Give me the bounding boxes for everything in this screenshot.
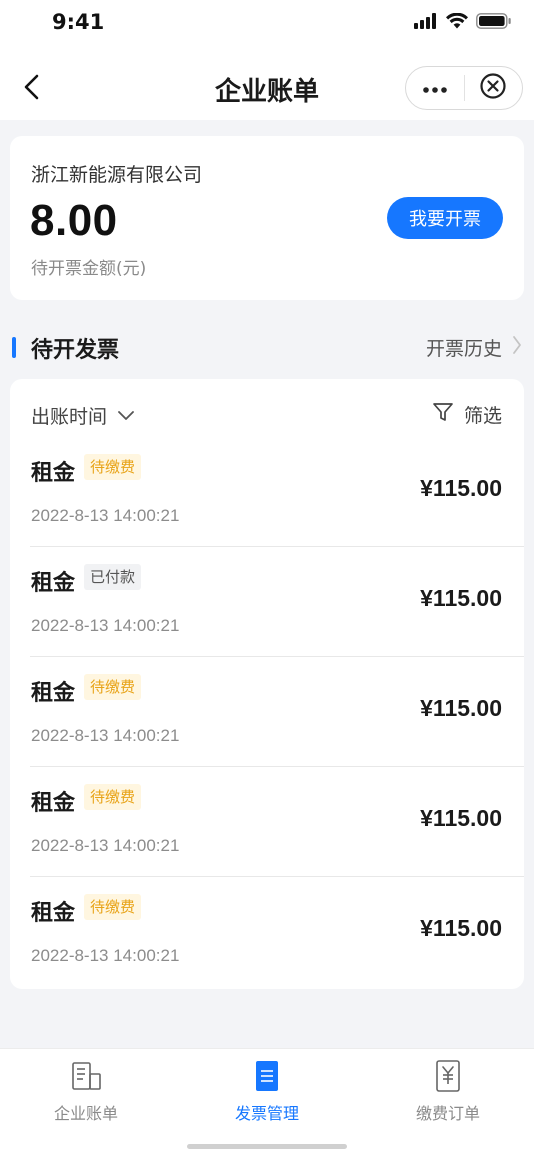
status-icons xyxy=(414,12,512,33)
section-accent-bar xyxy=(12,337,16,358)
bill-name: 租金 xyxy=(31,571,76,596)
bill-time: 2022-8-13 14:00:21 xyxy=(31,726,180,745)
wifi-icon xyxy=(446,12,468,33)
billing-time-sort-dropdown[interactable]: 出账时间 xyxy=(31,402,135,429)
cellular-signal-icon xyxy=(414,13,438,33)
miniapp-capsule xyxy=(405,66,523,110)
bill-row[interactable]: 租金 待缴费 2022-8-13 14:00:21 ¥115.00 xyxy=(30,767,524,877)
bill-time: 2022-8-13 14:00:21 xyxy=(31,836,180,855)
filter-button[interactable]: 筛选 xyxy=(432,401,502,428)
section-title: 待开发票 xyxy=(31,338,120,363)
bill-name: 租金 xyxy=(31,901,76,926)
tab-label: 发票管理 xyxy=(234,1104,299,1123)
tab-label: 企业账单 xyxy=(53,1104,118,1123)
tab-label: 缴费订单 xyxy=(415,1104,480,1123)
status-badge: 已付款 xyxy=(84,564,142,590)
bill-time: 2022-8-13 14:00:21 xyxy=(31,946,180,965)
bill-amount: ¥115.00 xyxy=(420,805,502,831)
bill-row[interactable]: 租金 已付款 2022-8-13 14:00:21 ¥115.00 xyxy=(30,547,524,657)
battery-icon xyxy=(476,13,512,33)
yuan-receipt-icon xyxy=(431,1059,465,1093)
invoice-icon xyxy=(250,1059,284,1093)
bill-row[interactable]: 租金 待缴费 2022-8-13 14:00:21 ¥115.00 xyxy=(30,657,524,767)
close-button[interactable] xyxy=(465,67,523,109)
bill-name: 租金 xyxy=(31,461,76,486)
invoice-history-link[interactable]: 开票历史 xyxy=(426,334,522,361)
filter-label: 筛选 xyxy=(463,405,502,427)
status-badge: 待缴费 xyxy=(84,894,142,920)
status-badge: 待缴费 xyxy=(84,674,142,700)
status-time: 9:41 xyxy=(52,10,105,34)
status-badge: 待缴费 xyxy=(84,454,142,480)
bill-list-card: 出账时间 筛选 租金 待缴费 2022-8-13 14:00:21 ¥115.0… xyxy=(10,379,524,989)
sort-label: 出账时间 xyxy=(31,406,108,428)
tab-enterprise-bill[interactable]: 企业账单 xyxy=(21,1059,151,1124)
funnel-filter-icon xyxy=(432,401,454,428)
bill-name: 租金 xyxy=(31,681,76,706)
bill-row[interactable]: 租金 待缴费 2022-8-13 14:00:21 ¥115.00 xyxy=(30,437,524,547)
home-indicator xyxy=(187,1144,347,1149)
pending-invoice-amount-label: 待开票金额(元) xyxy=(31,259,147,279)
bill-document-icon xyxy=(69,1059,103,1093)
more-dots-icon xyxy=(422,79,448,98)
tab-invoice-management[interactable]: 发票管理 xyxy=(202,1059,332,1124)
tab-payment-orders[interactable]: 缴费订单 xyxy=(383,1059,513,1124)
bill-amount: ¥115.00 xyxy=(420,915,502,941)
invoice-history-label: 开票历史 xyxy=(425,338,502,360)
bill-amount: ¥115.00 xyxy=(420,585,502,611)
more-button[interactable] xyxy=(406,67,464,109)
close-circle-icon xyxy=(479,72,507,104)
top-header: 9:41 企业账单 xyxy=(0,0,534,120)
bill-row[interactable]: 租金 待缴费 2022-8-13 14:00:21 ¥115.00 xyxy=(30,877,524,987)
chevron-right-icon xyxy=(512,335,522,360)
bill-name: 租金 xyxy=(31,791,76,816)
bill-amount: ¥115.00 xyxy=(420,695,502,721)
bill-time: 2022-8-13 14:00:21 xyxy=(31,616,180,635)
request-invoice-button[interactable]: 我要开票 xyxy=(387,197,503,239)
company-name: 浙江新能源有限公司 xyxy=(31,164,203,186)
status-badge: 待缴费 xyxy=(84,784,142,810)
invoice-summary-card: 浙江新能源有限公司 8.00 待开票金额(元) 我要开票 xyxy=(10,136,524,300)
bill-amount: ¥115.00 xyxy=(420,475,502,501)
pending-invoice-amount: 8.00 xyxy=(30,196,118,245)
chevron-down-icon xyxy=(117,405,135,427)
bill-time: 2022-8-13 14:00:21 xyxy=(31,506,180,525)
